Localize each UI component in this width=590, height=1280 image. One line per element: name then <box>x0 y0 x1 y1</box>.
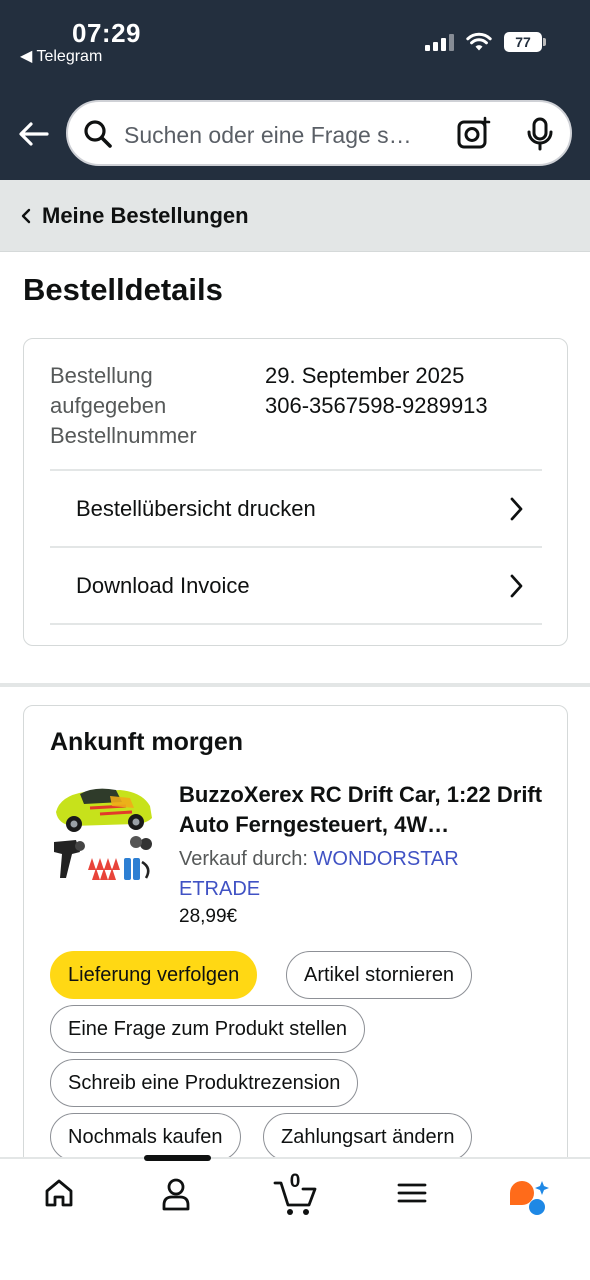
nav-account[interactable] <box>151 1177 201 1217</box>
order-info-card: Bestellung aufgegeben Bestellnummer 29. … <box>23 338 568 646</box>
order-placed-date: 29. September 2025 <box>265 363 465 388</box>
order-info-values: 29. September 2025 306-3567598-9289913 <box>265 361 488 421</box>
account-icon <box>162 1178 190 1211</box>
order-number-label: Bestellnummer <box>50 423 197 448</box>
track-package-button[interactable]: Lieferung verfolgen <box>50 951 258 999</box>
write-review-button[interactable]: Schreib eine Produktrezension <box>50 1059 359 1107</box>
page-title: Bestelldetails <box>23 272 223 307</box>
camera-search-icon[interactable] <box>456 116 492 152</box>
search-bar <box>66 100 572 166</box>
order-number: 306-3567598-9289913 <box>265 393 488 418</box>
nav-menu[interactable] <box>387 1177 437 1217</box>
battery-indicator: 77 <box>504 32 546 52</box>
section-divider <box>0 683 590 687</box>
buy-again-button[interactable]: Nochmals kaufen <box>50 1113 241 1161</box>
chevron-right-icon <box>510 574 523 598</box>
breadcrumb[interactable]: Meine Bestellungen <box>0 180 590 252</box>
status-icons: 77 <box>425 32 546 52</box>
shipment-card: Ankunft morgen BuzzoXerex RC Drift Car, … <box>23 705 568 1175</box>
seller-prefix: Verkauf durch: <box>179 848 314 870</box>
arrival-status: Ankunft morgen <box>50 728 244 756</box>
search-input[interactable] <box>124 118 448 152</box>
print-summary-label: Bestellübersicht drucken <box>76 496 316 521</box>
cellular-signal-icon <box>425 33 454 51</box>
back-to-telegram-link[interactable]: ◀ Telegram <box>20 46 102 66</box>
nav-home[interactable] <box>34 1177 84 1217</box>
seller-info: Verkauf durch: WONDORSTAR ETRADE <box>179 844 539 904</box>
microphone-icon[interactable] <box>524 116 556 152</box>
chevron-left-icon <box>21 208 31 223</box>
menu-icon <box>397 1183 427 1203</box>
product-title-link[interactable]: BuzzoXerex RC Drift Car, 1:22 Drift Auto… <box>179 780 549 840</box>
order-placed-label: Bestellung aufgegeben <box>50 363 167 418</box>
ask-product-question-button[interactable]: Eine Frage zum Produkt stellen <box>50 1005 366 1053</box>
home-icon <box>45 1179 73 1207</box>
search-icon <box>84 120 112 148</box>
print-summary-link[interactable]: Bestellübersicht drucken <box>50 469 542 547</box>
nav-cart[interactable]: 0 <box>270 1171 320 1217</box>
product-price: 28,99€ <box>179 906 238 927</box>
change-payment-button[interactable]: Zahlungsart ändern <box>263 1113 473 1161</box>
product-image[interactable] <box>50 782 156 884</box>
chevron-right-icon <box>510 497 523 521</box>
app-header: 07:29 ◀ Telegram 77 <box>0 0 590 180</box>
download-invoice-link[interactable]: Download Invoice <box>50 546 542 624</box>
rufus-icon <box>510 1181 549 1215</box>
active-tab-indicator <box>144 1155 211 1161</box>
nav-rufus[interactable] <box>503 1177 553 1217</box>
download-invoice-label: Download Invoice <box>76 573 250 598</box>
bottom-nav: 0 <box>0 1155 590 1280</box>
cart-count-badge: 0 <box>289 1171 301 1192</box>
wifi-icon <box>466 32 492 51</box>
status-time: 07:29 <box>72 18 141 48</box>
order-info-labels: Bestellung aufgegeben Bestellnummer <box>50 361 240 451</box>
divider <box>50 623 542 625</box>
cancel-item-button[interactable]: Artikel stornieren <box>286 951 473 999</box>
back-arrow-icon[interactable] <box>16 116 52 152</box>
breadcrumb-label: Meine Bestellungen <box>42 202 249 228</box>
